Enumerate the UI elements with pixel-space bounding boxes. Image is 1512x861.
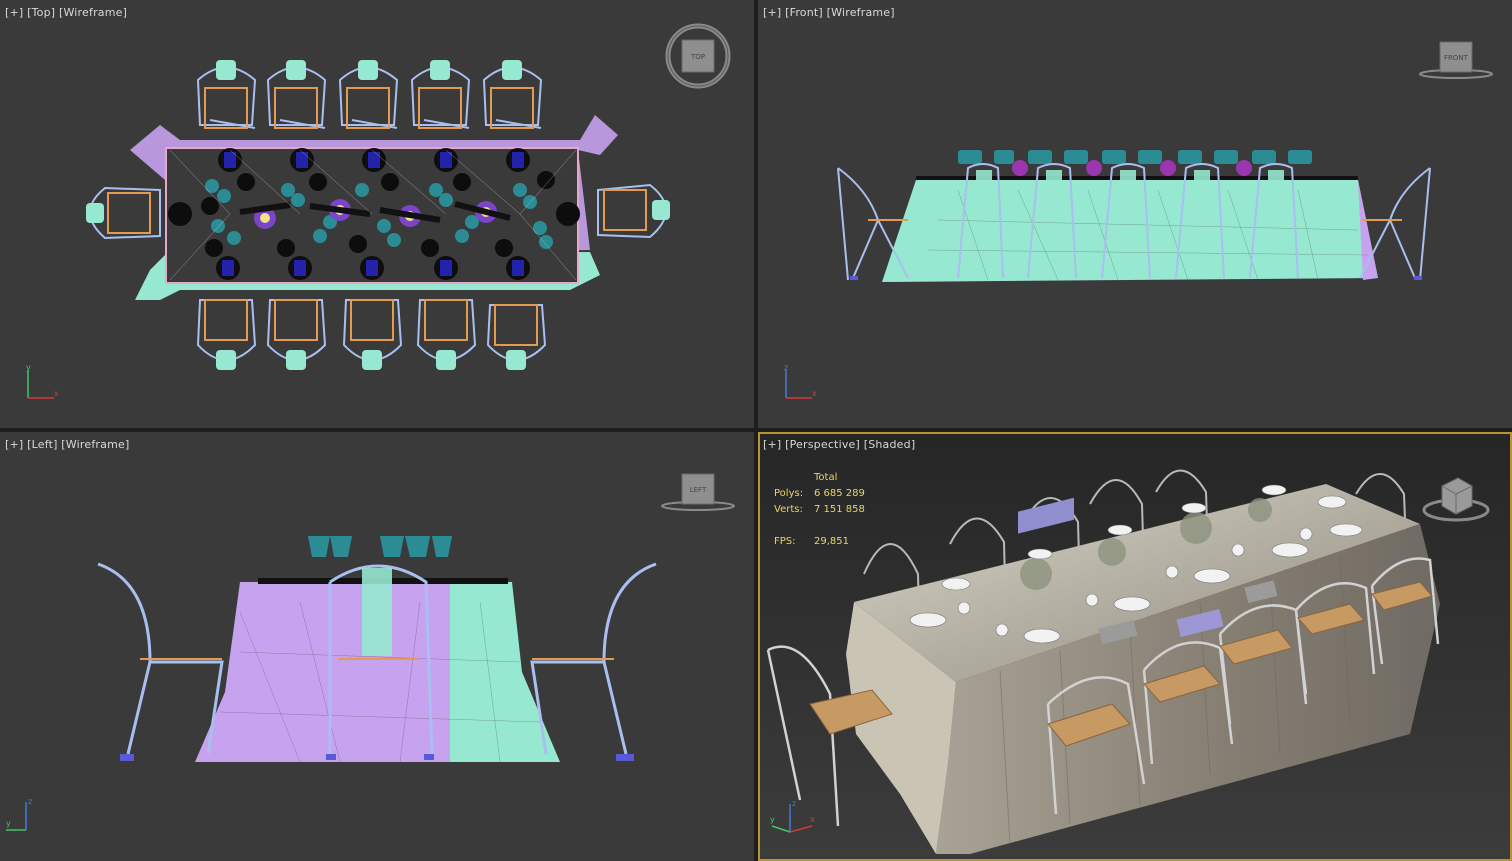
viewport-label-top[interactable]: [+] [Top] [Wireframe] — [5, 6, 127, 19]
viewport-shading-mode[interactable]: [Wireframe] — [61, 438, 129, 451]
verts-value: 7 151 858 — [814, 504, 865, 515]
viewcube-perspective[interactable] — [1420, 468, 1496, 526]
viewcube-front[interactable]: FRONT — [1418, 38, 1498, 82]
axis-x-label: x — [54, 389, 59, 398]
viewcube-face-label[interactable]: LEFT — [690, 486, 707, 494]
polys-value: 6 685 289 — [814, 488, 865, 499]
front-centerpieces[interactable] — [958, 150, 1312, 164]
axis-tripod-perspective: z y x — [770, 799, 815, 833]
front-wireframe-scene[interactable] — [758, 0, 1512, 428]
fps-value: 29,851 — [814, 536, 849, 547]
viewport-menu-plus[interactable]: [+] — [763, 6, 781, 19]
viewport-shading-mode[interactable]: [Wireframe] — [827, 6, 895, 19]
viewport-top[interactable]: [+] [Top] [Wireframe] TOP y x — [0, 0, 754, 428]
viewport-left[interactable]: [+] [Left] [Wireframe] LEFT z y — [0, 432, 754, 861]
viewport-perspective[interactable]: [+] [Perspective] [Shaded] Total Polys: 6… — [758, 432, 1512, 861]
axis-tripod-top: y x — [26, 363, 59, 399]
viewport-shading-mode[interactable]: [Wireframe] — [59, 6, 127, 19]
axis-tripod-left: z y — [6, 797, 32, 831]
axis-y-label: y — [770, 815, 775, 824]
axis-x-label: x — [810, 815, 815, 824]
viewport-menu-plus[interactable]: [+] — [763, 438, 781, 451]
axis-y-label: y — [6, 819, 11, 828]
axis-tripod-front: z x — [784, 363, 817, 399]
tablecloth-left-lilac[interactable] — [195, 582, 450, 762]
top-wireframe-scene[interactable] — [0, 0, 754, 428]
viewport-front[interactable]: [+] [Front] [Wireframe] FRONT z x — [758, 0, 1512, 428]
axis-x-label: x — [812, 389, 817, 398]
statistics-overlay: Total Polys: 6 685 289 Verts: 7 151 858 FP… — [774, 470, 865, 550]
viewport-grid: [+] [Top] [Wireframe] TOP y x [+] [Front… — [0, 0, 1512, 861]
left-wireframe-scene[interactable] — [0, 432, 754, 861]
viewport-view-name[interactable]: [Left] — [27, 438, 57, 451]
viewport-shading-mode[interactable]: [Shaded] — [864, 438, 916, 451]
viewport-label-perspective[interactable]: [+] [Perspective] [Shaded] — [763, 438, 915, 451]
axis-z-label: z — [28, 797, 32, 806]
verts-label: Verts: — [774, 504, 803, 515]
viewcube-face-label[interactable]: TOP — [690, 53, 705, 61]
perspective-shaded-scene[interactable] — [760, 434, 1510, 859]
polys-label: Polys: — [774, 488, 804, 499]
axis-z-label: z — [792, 799, 796, 808]
axis-z-label: z — [784, 363, 788, 372]
viewcube-top[interactable]: TOP — [660, 20, 736, 92]
viewport-menu-plus[interactable]: [+] — [5, 438, 23, 451]
fps-label: FPS: — [774, 536, 796, 547]
axis-y-label: y — [26, 363, 31, 372]
viewport-label-front[interactable]: [+] [Front] [Wireframe] — [763, 6, 895, 19]
viewport-view-name[interactable]: [Front] — [785, 6, 823, 19]
viewport-view-name[interactable]: [Top] — [27, 6, 55, 19]
viewcube-face-label[interactable]: FRONT — [1444, 54, 1469, 62]
viewport-view-name[interactable]: [Perspective] — [785, 438, 860, 451]
left-centerpieces[interactable] — [308, 536, 452, 557]
viewport-menu-plus[interactable]: [+] — [5, 6, 23, 19]
stats-header: Total — [814, 472, 838, 483]
viewcube-left[interactable]: LEFT — [660, 470, 740, 514]
viewport-label-left[interactable]: [+] [Left] [Wireframe] — [5, 438, 129, 451]
